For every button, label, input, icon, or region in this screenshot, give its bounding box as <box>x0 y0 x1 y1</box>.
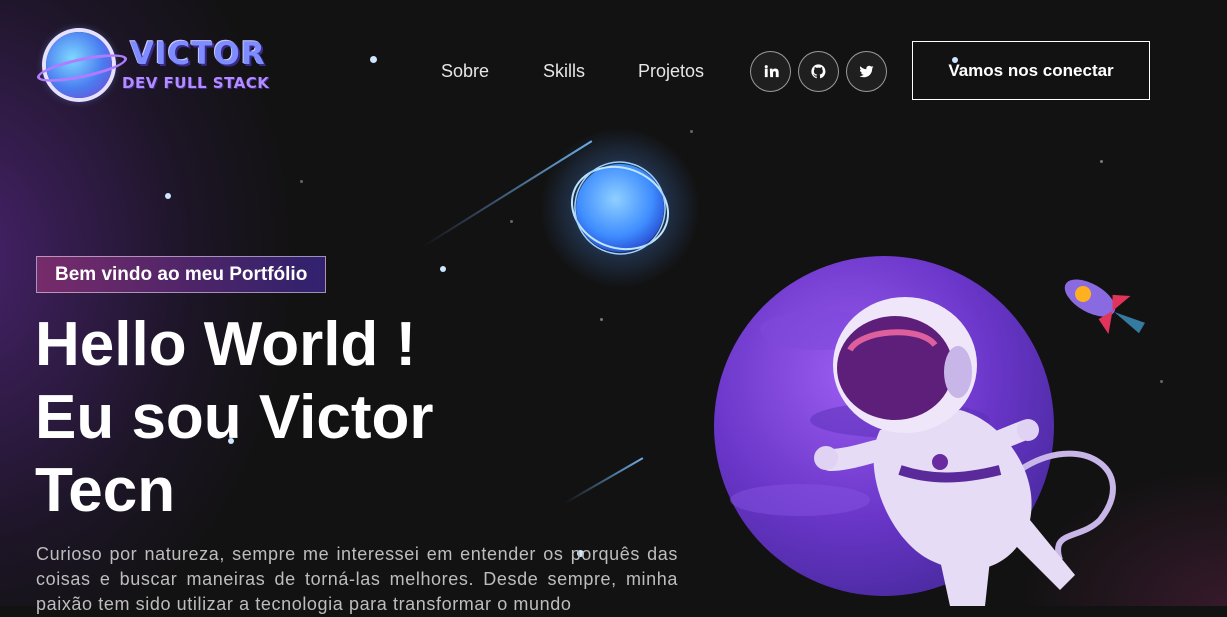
star <box>690 130 693 133</box>
nav-link-projetos[interactable]: Projetos <box>638 61 704 82</box>
brand-logo[interactable]: VICTOR DEV FULL STACK <box>34 30 282 106</box>
linkedin-icon <box>764 65 779 78</box>
hero-title-line: Tecn <box>35 456 176 525</box>
nav-link-sobre[interactable]: Sobre <box>441 61 489 82</box>
star <box>600 318 603 321</box>
star <box>440 266 446 272</box>
hero-title: Hello World ! Eu sou Victor Tecn <box>35 308 434 527</box>
star <box>370 56 377 63</box>
brand-title: VICTOR <box>130 36 266 72</box>
star <box>300 180 303 183</box>
star <box>510 220 513 223</box>
connect-button[interactable]: Vamos nos conectar <box>912 41 1150 100</box>
brand-subtitle: DEV FULL STACK <box>122 74 270 92</box>
star <box>165 193 171 199</box>
twitter-icon <box>859 65 874 78</box>
welcome-tagline: Bem vindo ao meu Portfólio <box>36 256 327 293</box>
linkedin-button[interactable] <box>750 51 791 92</box>
nav-link-skills[interactable]: Skills <box>543 61 585 82</box>
star <box>1100 160 1103 163</box>
github-button[interactable] <box>798 51 839 92</box>
hero-title-line: Eu sou Victor <box>35 383 434 452</box>
hero-title-line: Hello World ! <box>35 310 417 379</box>
github-icon <box>811 64 826 79</box>
star <box>1160 380 1163 383</box>
twitter-button[interactable] <box>846 51 887 92</box>
